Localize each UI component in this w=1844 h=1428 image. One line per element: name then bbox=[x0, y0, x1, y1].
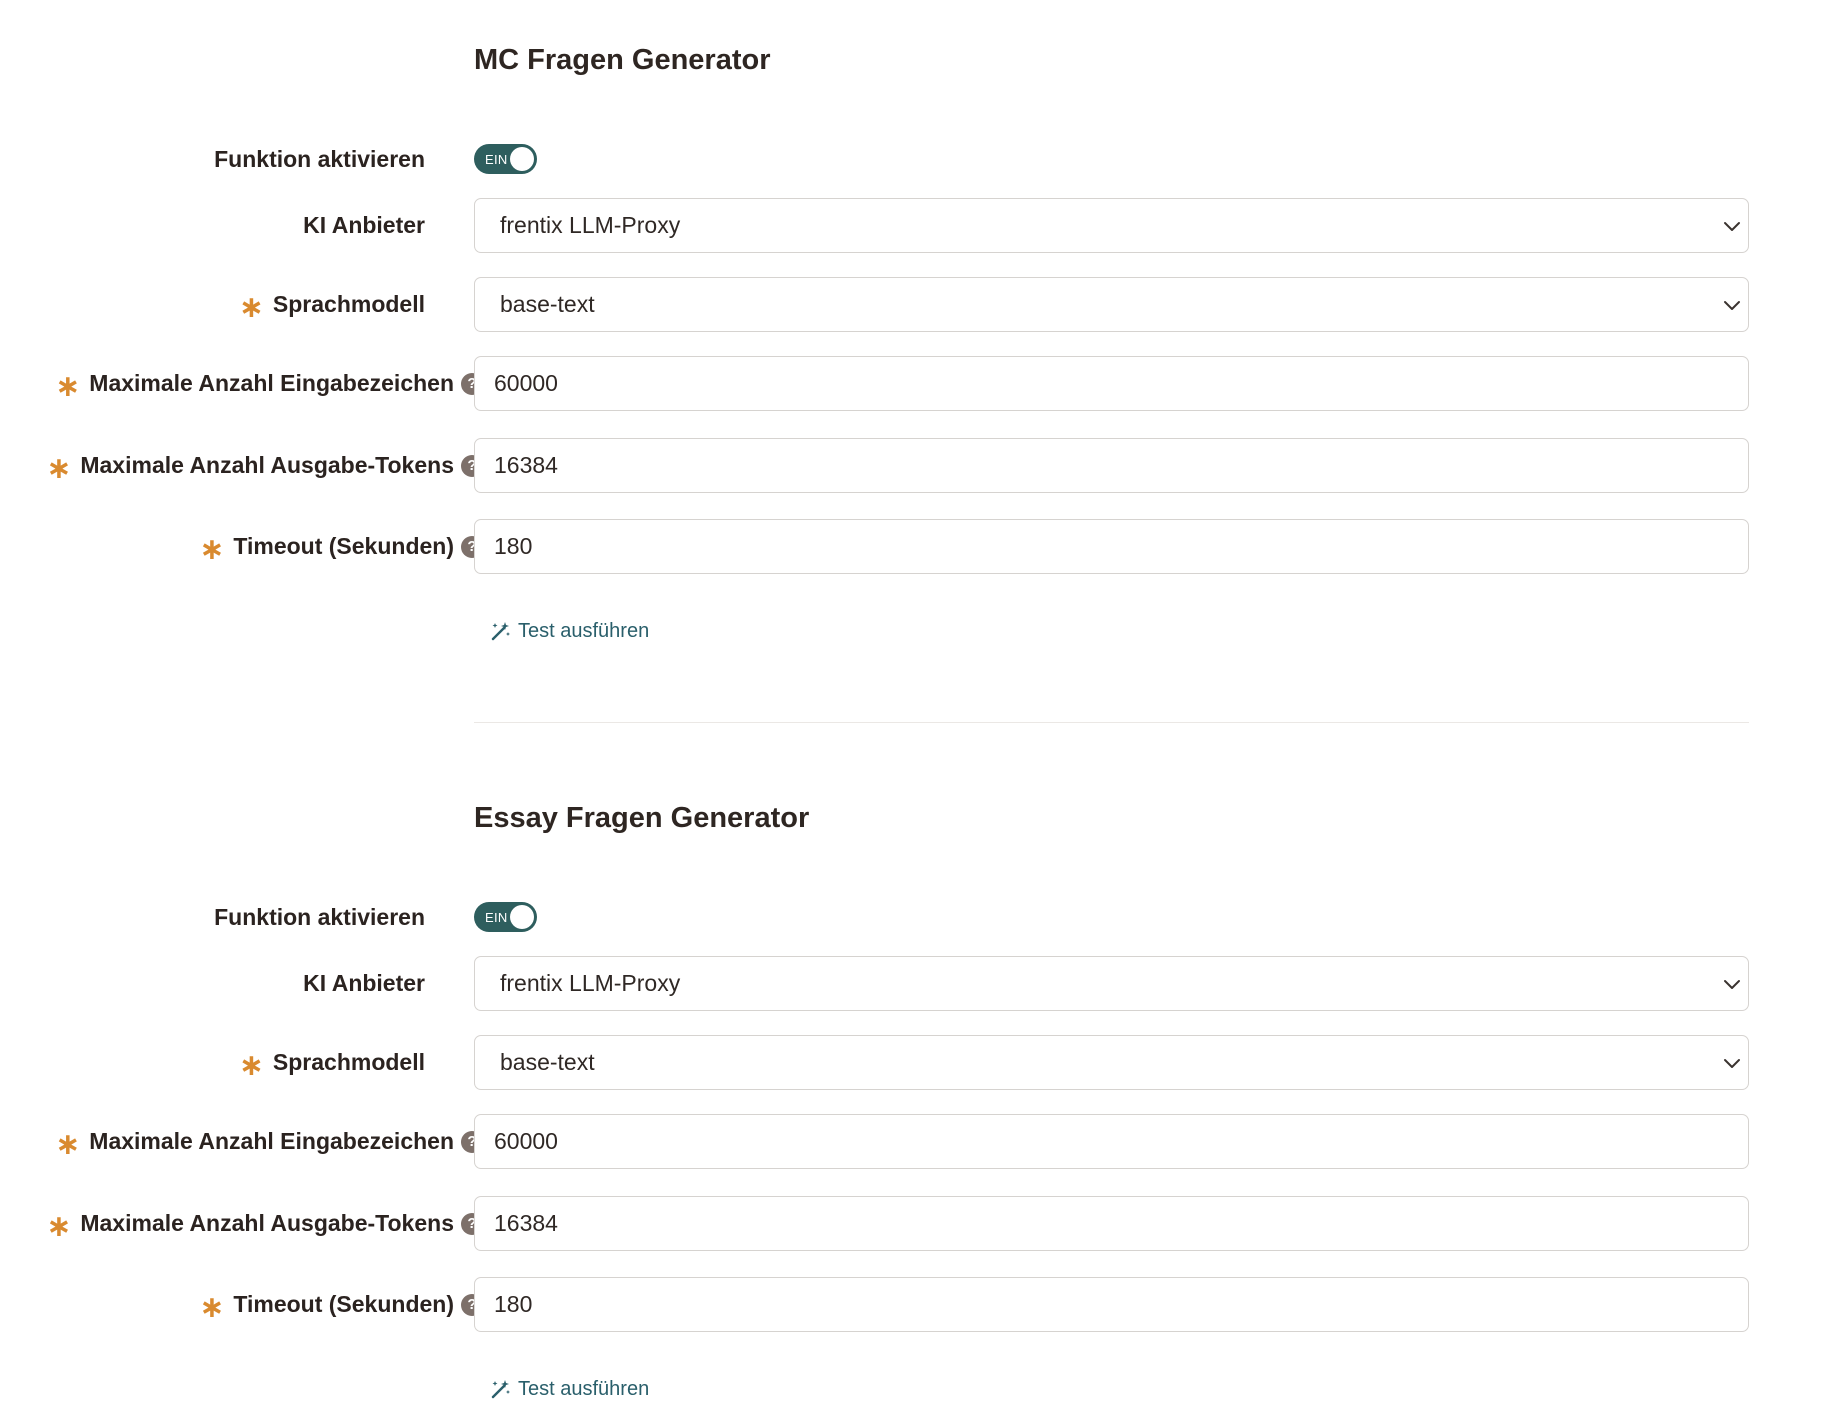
run-test-button[interactable]: Test ausführen bbox=[490, 617, 649, 645]
enable-row: Funktion aktivieren EIN bbox=[0, 902, 1844, 932]
provider-select-value: frentix LLM-Proxy bbox=[500, 212, 681, 238]
model-select-value: base-text bbox=[500, 291, 595, 317]
max-input-label: ∗ Maximale Anzahl Eingabezeichen ? bbox=[55, 356, 483, 411]
provider-row: KI Anbieter frentix LLM-Proxy bbox=[0, 198, 1844, 253]
provider-row: KI Anbieter frentix LLM-Proxy bbox=[0, 956, 1844, 1011]
timeout-value: 180 bbox=[494, 1291, 533, 1317]
provider-select[interactable]: frentix LLM-Proxy bbox=[474, 198, 1749, 253]
required-icon: ∗ bbox=[46, 1209, 72, 1243]
required-icon: ∗ bbox=[55, 369, 81, 403]
run-test-button[interactable]: Test ausführen bbox=[490, 1375, 649, 1403]
timeout-label-text: Timeout (Sekunden) bbox=[233, 1291, 454, 1317]
run-test-label: Test ausführen bbox=[518, 619, 650, 642]
timeout-field[interactable]: 180 bbox=[474, 1277, 1749, 1332]
enable-label-text: Funktion aktivieren bbox=[214, 145, 425, 172]
max-input-value: 60000 bbox=[494, 1128, 558, 1154]
max-output-label: ∗ Maximale Anzahl Ausgabe-Tokens ? bbox=[46, 438, 483, 493]
max-output-value: 16384 bbox=[494, 452, 558, 478]
toggle-state-text: EIN bbox=[485, 909, 508, 925]
provider-label-text: KI Anbieter bbox=[303, 970, 425, 996]
timeout-field[interactable]: 180 bbox=[474, 519, 1749, 574]
toggle-state-text: EIN bbox=[485, 151, 508, 167]
max-output-value: 16384 bbox=[494, 1210, 558, 1236]
provider-label: KI Anbieter bbox=[303, 198, 425, 253]
provider-select[interactable]: frentix LLM-Proxy bbox=[474, 956, 1749, 1011]
provider-select-value: frentix LLM-Proxy bbox=[500, 970, 681, 996]
max-output-field[interactable]: 16384 bbox=[474, 1196, 1749, 1251]
timeout-label: ∗ Timeout (Sekunden) ? bbox=[199, 1277, 483, 1332]
max-output-label-text: Maximale Anzahl Ausgabe-Tokens bbox=[80, 452, 454, 478]
required-icon: ∗ bbox=[199, 532, 225, 566]
max-output-label: ∗ Maximale Anzahl Ausgabe-Tokens ? bbox=[46, 1196, 483, 1251]
max-output-row: ∗ Maximale Anzahl Ausgabe-Tokens ? 16384 bbox=[0, 438, 1844, 493]
model-row: ∗ Sprachmodell base-text bbox=[0, 277, 1844, 332]
toggle-knob bbox=[510, 905, 534, 929]
enable-label-text: Funktion aktivieren bbox=[214, 903, 425, 930]
max-input-field[interactable]: 60000 bbox=[474, 1114, 1749, 1169]
provider-label: KI Anbieter bbox=[303, 956, 425, 1011]
chevron-down-icon bbox=[1724, 979, 1740, 989]
section-title: Essay Fragen Generator bbox=[474, 802, 810, 834]
max-input-label-text: Maximale Anzahl Eingabezeichen bbox=[89, 370, 454, 396]
enable-label: Funktion aktivieren bbox=[214, 144, 425, 174]
magic-wand-icon bbox=[491, 622, 510, 641]
required-icon: ∗ bbox=[238, 290, 264, 324]
max-input-value: 60000 bbox=[494, 370, 558, 396]
required-icon: ∗ bbox=[238, 1048, 264, 1082]
provider-label-text: KI Anbieter bbox=[303, 212, 425, 238]
timeout-label-text: Timeout (Sekunden) bbox=[233, 533, 454, 559]
enable-label: Funktion aktivieren bbox=[214, 902, 425, 932]
max-input-row: ∗ Maximale Anzahl Eingabezeichen ? 60000 bbox=[0, 1114, 1844, 1169]
required-icon: ∗ bbox=[199, 1290, 225, 1324]
section-title: MC Fragen Generator bbox=[474, 44, 771, 76]
max-input-field[interactable]: 60000 bbox=[474, 356, 1749, 411]
max-input-row: ∗ Maximale Anzahl Eingabezeichen ? 60000 bbox=[0, 356, 1844, 411]
timeout-value: 180 bbox=[494, 533, 533, 559]
required-icon: ∗ bbox=[55, 1127, 81, 1161]
chevron-down-icon bbox=[1724, 300, 1740, 310]
model-label: ∗ Sprachmodell bbox=[239, 277, 425, 332]
enable-toggle[interactable]: EIN bbox=[474, 902, 537, 932]
chevron-down-icon bbox=[1724, 1058, 1740, 1068]
max-output-field[interactable]: 16384 bbox=[474, 438, 1749, 493]
model-label-text: Sprachmodell bbox=[272, 291, 425, 317]
timeout-row: ∗ Timeout (Sekunden) ? 180 bbox=[0, 1277, 1844, 1332]
section-divider bbox=[474, 722, 1749, 723]
model-select[interactable]: base-text bbox=[474, 277, 1749, 332]
model-select[interactable]: base-text bbox=[474, 1035, 1749, 1090]
max-output-label-text: Maximale Anzahl Ausgabe-Tokens bbox=[80, 1210, 454, 1236]
max-input-label: ∗ Maximale Anzahl Eingabezeichen ? bbox=[55, 1114, 483, 1169]
magic-wand-icon bbox=[491, 1380, 510, 1399]
required-icon: ∗ bbox=[46, 451, 72, 485]
run-test-label: Test ausführen bbox=[518, 1377, 650, 1400]
max-input-label-text: Maximale Anzahl Eingabezeichen bbox=[89, 1128, 454, 1154]
toggle-knob bbox=[510, 147, 534, 171]
model-row: ∗ Sprachmodell base-text bbox=[0, 1035, 1844, 1090]
model-select-value: base-text bbox=[500, 1049, 595, 1075]
model-label-text: Sprachmodell bbox=[272, 1049, 425, 1075]
enable-row: Funktion aktivieren EIN bbox=[0, 144, 1844, 174]
timeout-label: ∗ Timeout (Sekunden) ? bbox=[199, 519, 483, 574]
max-output-row: ∗ Maximale Anzahl Ausgabe-Tokens ? 16384 bbox=[0, 1196, 1844, 1251]
model-label: ∗ Sprachmodell bbox=[239, 1035, 425, 1090]
timeout-row: ∗ Timeout (Sekunden) ? 180 bbox=[0, 519, 1844, 574]
enable-toggle[interactable]: EIN bbox=[474, 144, 537, 174]
chevron-down-icon bbox=[1724, 221, 1740, 231]
